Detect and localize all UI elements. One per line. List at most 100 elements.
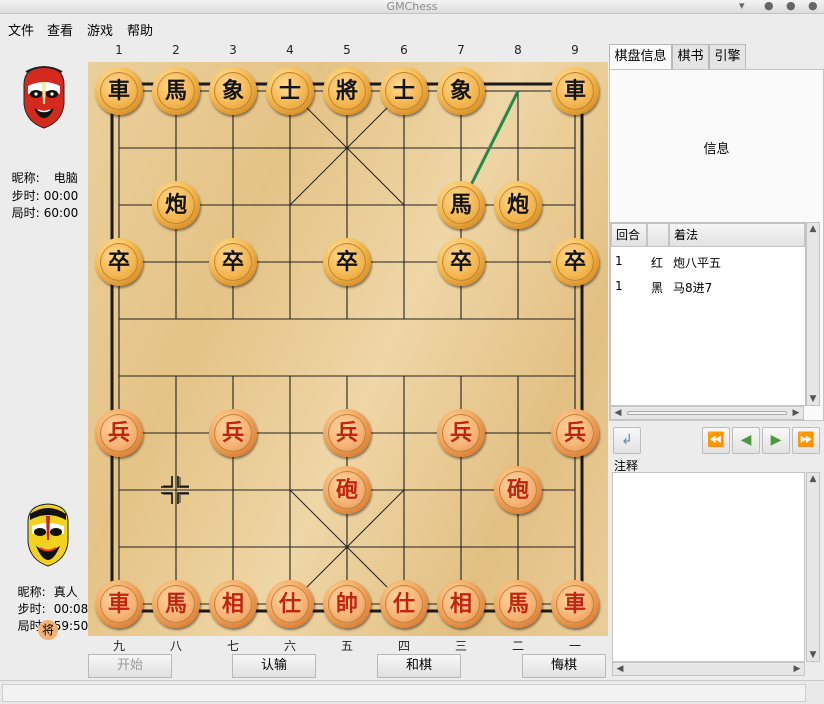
black-piece[interactable]: 將	[323, 67, 371, 115]
maximize-icon[interactable]: ●	[786, 0, 796, 12]
piece-label: 兵	[214, 414, 252, 452]
next-move-icon[interactable]: ▶	[762, 427, 790, 454]
red-piece[interactable]: 砲	[323, 466, 371, 514]
black-piece[interactable]: 炮	[152, 181, 200, 229]
piece-label: 士	[271, 72, 309, 110]
piece-label: 卒	[556, 243, 594, 281]
move-list-vscroll[interactable]: ▲ ▼	[806, 222, 820, 406]
piece-label: 車	[100, 72, 138, 110]
red-piece[interactable]: 馬	[494, 580, 542, 628]
scroll-up-icon[interactable]: ▲	[807, 474, 819, 484]
scroll-down-icon[interactable]: ▼	[807, 650, 819, 660]
return-icon[interactable]: ↲	[613, 427, 641, 454]
red-piece[interactable]: 車	[551, 580, 599, 628]
notes-hscroll[interactable]: ◀ ▶	[612, 662, 805, 676]
draw-button[interactable]: 和棋	[377, 654, 461, 678]
black-piece[interactable]: 馬	[152, 67, 200, 115]
move-list[interactable]: 回合 着法 1 红 炮八平五 1 黑 马8进7	[610, 222, 806, 406]
piece-label: 車	[556, 585, 594, 623]
red-piece[interactable]: 兵	[437, 409, 485, 457]
undo-button[interactable]: 悔棋	[522, 654, 606, 678]
computer-avatar	[23, 66, 65, 129]
scroll-down-icon[interactable]: ▼	[807, 394, 819, 404]
piece-label: 馬	[499, 585, 537, 623]
prev-move-icon[interactable]: ◀	[732, 427, 760, 454]
red-piece[interactable]: 帥	[323, 580, 371, 628]
notes-textarea[interactable]	[612, 472, 805, 662]
red-piece[interactable]: 兵	[551, 409, 599, 457]
black-piece[interactable]: 卒	[95, 238, 143, 286]
piece-label: 兵	[556, 414, 594, 452]
col-round[interactable]: 回合	[611, 223, 647, 247]
piece-label: 帥	[328, 585, 366, 623]
red-piece[interactable]: 馬	[152, 580, 200, 628]
row-move: 马8进7	[673, 281, 713, 295]
close-icon[interactable]: ●	[808, 0, 818, 12]
menu-game[interactable]: 游戏	[87, 20, 113, 39]
red-piece[interactable]: 砲	[494, 466, 542, 514]
black-piece[interactable]: 士	[266, 67, 314, 115]
minimize-icon[interactable]: ●	[764, 0, 774, 12]
top-game-label: 局时:	[11, 206, 40, 220]
tab-book[interactable]: 棋书	[672, 44, 709, 69]
menu-view[interactable]: 查看	[47, 20, 73, 39]
file-label: 五	[340, 639, 353, 653]
scroll-left-icon[interactable]: ◀	[612, 408, 624, 418]
title-bar: GMChess ▾ ● ● ●	[0, 0, 824, 14]
red-piece[interactable]: 兵	[95, 409, 143, 457]
red-piece[interactable]: 兵	[209, 409, 257, 457]
scroll-left-icon[interactable]: ◀	[614, 664, 626, 674]
window-menu-icon[interactable]: ▾	[739, 0, 745, 12]
piece-label: 卒	[328, 243, 366, 281]
piece-label: 兵	[100, 414, 138, 452]
red-piece[interactable]: 車	[95, 580, 143, 628]
top-game-time: 60:00	[43, 206, 79, 220]
menu-file[interactable]: 文件	[8, 20, 34, 39]
board-grid	[110, 82, 584, 613]
row-move: 炮八平五	[673, 256, 722, 270]
move-list-hscroll[interactable]: ◀ ▶	[610, 406, 804, 420]
piece-label: 仕	[271, 585, 309, 623]
resign-button[interactable]: 认输	[232, 654, 316, 678]
file-label: 8	[514, 43, 522, 57]
scroll-right-icon[interactable]: ▶	[790, 408, 802, 418]
black-piece[interactable]: 士	[380, 67, 428, 115]
scroll-up-icon[interactable]: ▲	[807, 224, 819, 234]
black-piece[interactable]: 象	[209, 67, 257, 115]
black-piece[interactable]: 象	[437, 67, 485, 115]
piece-label: 相	[442, 585, 480, 623]
menu-help[interactable]: 帮助	[127, 20, 153, 39]
black-piece[interactable]: 馬	[437, 181, 485, 229]
status-bar	[0, 680, 824, 704]
red-piece[interactable]: 仕	[380, 580, 428, 628]
col-move[interactable]: 着法	[669, 223, 805, 247]
start-button[interactable]: 开始	[88, 654, 172, 678]
red-piece[interactable]: 仕	[266, 580, 314, 628]
chess-board[interactable]: 車馬象士將士象車炮馬炮卒卒卒卒卒兵兵兵兵兵砲砲車馬相仕帥仕相馬車	[88, 62, 608, 636]
black-piece[interactable]: 卒	[323, 238, 371, 286]
row-side: 红	[651, 256, 664, 270]
col-side[interactable]	[647, 223, 669, 247]
black-piece[interactable]: 卒	[437, 238, 485, 286]
red-piece[interactable]: 相	[209, 580, 257, 628]
file-label: 6	[400, 43, 408, 57]
black-piece[interactable]: 車	[95, 67, 143, 115]
black-piece[interactable]: 卒	[551, 238, 599, 286]
black-piece[interactable]: 車	[551, 67, 599, 115]
file-label: 3	[229, 43, 237, 57]
black-piece[interactable]: 卒	[209, 238, 257, 286]
red-piece[interactable]: 兵	[323, 409, 371, 457]
row-side: 黑	[651, 281, 664, 295]
first-move-icon[interactable]: ⏪	[702, 427, 730, 454]
black-piece[interactable]: 炮	[494, 181, 542, 229]
piece-label: 砲	[328, 471, 366, 509]
file-label: 5	[343, 43, 351, 57]
piece-label: 士	[385, 72, 423, 110]
red-piece[interactable]: 相	[437, 580, 485, 628]
notes-vscroll[interactable]: ▲ ▼	[806, 472, 820, 662]
tab-board-info[interactable]: 棋盘信息	[609, 44, 672, 70]
piece-label: 卒	[442, 243, 480, 281]
tab-engine[interactable]: 引擎	[709, 44, 746, 69]
scroll-right-icon[interactable]: ▶	[791, 664, 803, 674]
last-move-icon[interactable]: ⏩	[792, 427, 820, 454]
